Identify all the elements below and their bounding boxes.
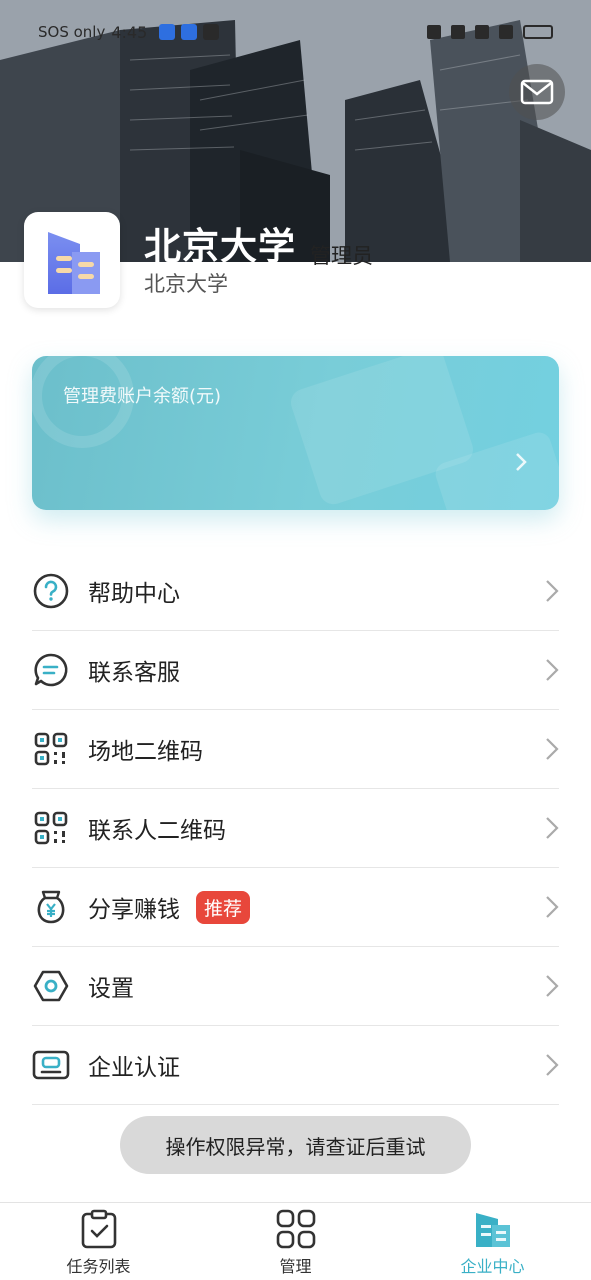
menu-item-label: 联系客服 — [88, 660, 180, 686]
help-icon — [32, 572, 70, 610]
menu-item-label: 联系人二维码 — [88, 818, 226, 844]
balance-label: 管理费账户余额(元) — [63, 386, 222, 407]
mail-icon — [520, 79, 554, 105]
chevron-right-icon — [546, 580, 559, 602]
money-bag-icon — [32, 888, 70, 926]
menu-item-venue-qr-code[interactable]: 场地二维码 — [32, 710, 559, 789]
mail-button[interactable] — [509, 64, 565, 120]
tab-task-list[interactable]: 任务列表 — [0, 1203, 197, 1280]
nfc-icon — [427, 25, 441, 39]
tab-manage[interactable]: 管理 — [197, 1203, 394, 1280]
task-list-icon — [81, 1209, 116, 1249]
grid-icon — [276, 1209, 315, 1249]
tab-label: 任务列表 — [66, 1257, 131, 1276]
menu-item-label: 分享赚钱 — [88, 897, 180, 923]
menu-item-help-center[interactable]: 帮助中心 — [32, 552, 559, 631]
organization-avatar[interactable] — [24, 212, 120, 308]
app-notification-icon — [181, 24, 198, 40]
building-logo-icon — [48, 232, 100, 294]
organization-subtitle: 北京大学 — [144, 272, 228, 296]
qr-code-icon — [32, 809, 70, 847]
menu-item-label: 帮助中心 — [88, 581, 180, 607]
chevron-right-icon — [546, 817, 559, 839]
chevron-right-icon — [546, 659, 559, 681]
menu-item-enterprise-verification[interactable]: 企业认证 — [32, 1026, 559, 1105]
chevron-right-icon — [546, 1054, 559, 1076]
id-card-icon — [32, 1046, 70, 1084]
organization-name: 北京大学 — [144, 225, 296, 268]
app-notification-icon — [203, 24, 220, 40]
error-toast: 操作权限异常，请查证后重试 — [120, 1116, 471, 1174]
organization-title: 北京大学 管理员 — [144, 216, 373, 270]
menu-item-label: 场地二维码 — [88, 739, 203, 765]
bottom-tab-bar: 任务列表 管理 企业中心 — [0, 1202, 591, 1280]
menu-item-settings[interactable]: 设置 — [32, 947, 559, 1026]
shield-icon — [159, 24, 176, 40]
bluetooth-icon — [451, 25, 465, 39]
building-icon — [475, 1213, 510, 1247]
chat-icon — [32, 651, 70, 689]
balance-card[interactable]: 管理费账户余额(元) — [32, 356, 559, 510]
menu-item-label: 设置 — [88, 976, 134, 1002]
chevron-right-icon — [546, 738, 559, 760]
tab-label: 管理 — [279, 1257, 312, 1276]
status-bar: SOS only 4:45 — [0, 0, 591, 64]
vibrate-icon — [475, 25, 489, 39]
tab-enterprise-center[interactable]: 企业中心 — [394, 1203, 591, 1280]
tab-label: 企业中心 — [460, 1257, 525, 1276]
qr-code-icon — [32, 730, 70, 768]
menu-item-contact-qr-code[interactable]: 联系人二维码 — [32, 789, 559, 868]
menu-item-contact-support[interactable]: 联系客服 — [32, 631, 559, 710]
card-decoration — [32, 356, 559, 510]
chevron-right-icon — [546, 975, 559, 997]
wifi-icon — [499, 25, 513, 39]
carrier-text: SOS only — [38, 23, 106, 41]
recommend-badge: 推荐 — [196, 890, 251, 924]
menu-item-share-earn[interactable]: 分享赚钱 推荐 — [32, 868, 559, 947]
chevron-right-icon — [516, 453, 527, 471]
menu-item-label: 企业认证 — [88, 1055, 180, 1081]
clock: 4:45 — [111, 22, 148, 42]
role-label: 管理员 — [310, 244, 373, 268]
settings-icon — [32, 967, 70, 1005]
chevron-right-icon — [546, 896, 559, 918]
battery-icon — [523, 25, 553, 39]
settings-menu: 帮助中心 联系客服 场地二维码 联系人二维码 分享赚钱 推荐 设置 企业认证 — [32, 552, 559, 1105]
